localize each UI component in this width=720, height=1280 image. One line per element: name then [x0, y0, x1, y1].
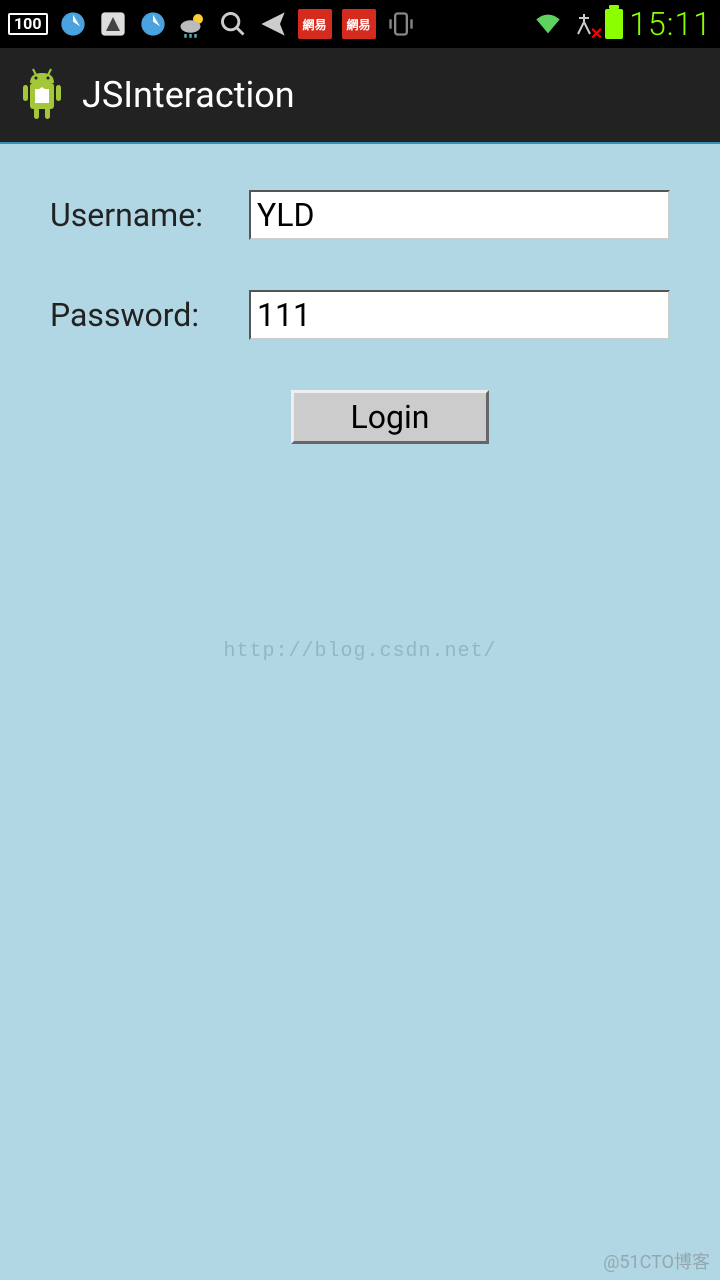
status-bar: 100 網易 網易 ✕ 15:11: [0, 0, 720, 48]
clock: 15:11: [629, 5, 712, 43]
battery-percent-icon: 100: [8, 13, 48, 35]
search-icon: [218, 9, 248, 39]
browser-icon-2: [138, 9, 168, 39]
battery-icon: [605, 9, 623, 39]
app-title: JSInteraction: [82, 74, 295, 116]
status-right: ✕ 15:11: [533, 5, 712, 43]
send-icon: [258, 9, 288, 39]
watermark-corner: @51CTO博客: [603, 1248, 710, 1274]
login-button-row: Login: [50, 390, 670, 444]
username-row: Username:: [50, 190, 670, 240]
netease-icon-2: 網易: [342, 9, 376, 39]
login-button[interactable]: Login: [291, 390, 489, 444]
status-left: 100 網易 網易: [8, 9, 416, 39]
vibrate-icon: [386, 9, 416, 39]
username-input[interactable]: [249, 190, 670, 240]
username-label: Username:: [50, 196, 249, 234]
wifi-icon: [533, 9, 563, 39]
password-label: Password:: [50, 296, 249, 334]
app-bar: JSInteraction: [0, 48, 720, 144]
password-row: Password:: [50, 290, 670, 340]
android-app-icon: [18, 67, 66, 123]
app-icon-1: [98, 9, 128, 39]
browser-icon: [58, 9, 88, 39]
password-input[interactable]: [249, 290, 670, 340]
watermark-center: http://blog.csdn.net/: [223, 640, 496, 663]
weather-icon: [178, 9, 208, 39]
no-signal-icon: ✕: [569, 9, 599, 39]
content-area: Username: Password: Login: [0, 144, 720, 490]
netease-icon-1: 網易: [298, 9, 332, 39]
